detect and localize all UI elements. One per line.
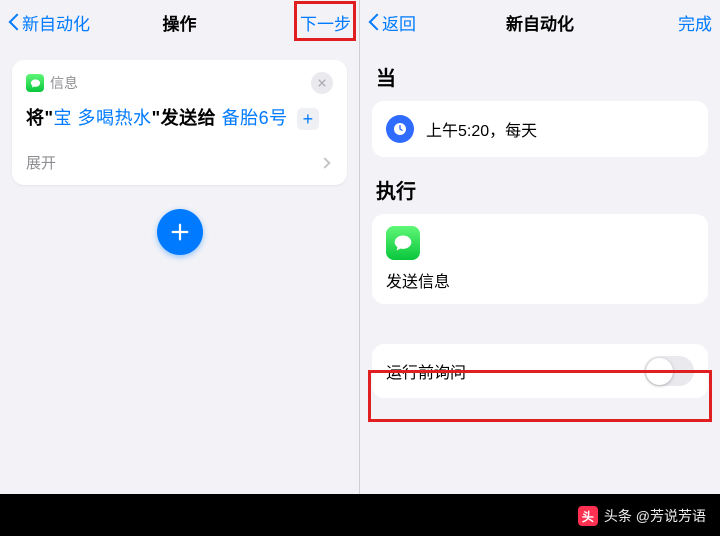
nav-back-label: 新自动化 [22, 10, 90, 35]
messages-app-icon [386, 226, 420, 260]
screen-actions: 新自动化 操作 下一步 信息 将"宝 多喝热水"发送给 [0, 0, 360, 494]
nav-back-label: 返回 [382, 10, 416, 35]
clock-icon [386, 115, 414, 143]
nav-next-label: 下一步 [300, 10, 351, 35]
text-prefix: 将" [26, 108, 54, 128]
navbar-left: 新自动化 操作 下一步 [0, 0, 359, 44]
card-app-label: 信息 [50, 73, 78, 93]
chevron-left-icon [8, 12, 20, 32]
add-recipient-button[interactable]: + [297, 108, 319, 130]
card-body: 将"宝 多喝热水"发送给 备胎6号 + [26, 104, 333, 132]
close-icon [317, 78, 327, 88]
watermark: 头 头条 @芳说芳语 [578, 506, 706, 526]
ask-before-run-toggle[interactable] [644, 356, 694, 386]
recipient-token[interactable]: 备胎6号 [222, 108, 288, 128]
section-do-label: 执行 [376, 175, 704, 204]
add-action-fab[interactable] [157, 209, 203, 255]
plus-icon [169, 221, 191, 243]
trigger-text: 上午5:20，每天 [426, 117, 537, 141]
action-row[interactable]: 发送信息 [372, 214, 708, 304]
action-label: 发送信息 [386, 268, 694, 292]
nav-back-button[interactable]: 新自动化 [8, 10, 90, 35]
navbar-right: 返回 新自动化 完成 [360, 0, 720, 44]
nav-back-button[interactable]: 返回 [368, 10, 448, 35]
ask-before-run-row: 运行前询问 [372, 344, 708, 398]
watermark-text: 头条 @芳说芳语 [604, 506, 706, 526]
trigger-row[interactable]: 上午5:20，每天 [372, 101, 708, 157]
nav-done-button[interactable]: 完成 [632, 10, 712, 35]
action-card[interactable]: 信息 将"宝 多喝热水"发送给 备胎6号 + 展开 [12, 60, 347, 185]
chevron-left-icon [368, 12, 380, 32]
toutiao-logo-icon: 头 [578, 506, 598, 526]
nav-next-button[interactable]: 下一步 [271, 10, 351, 35]
nav-done-label: 完成 [678, 10, 712, 35]
message-token[interactable]: 宝 多喝热水 [54, 108, 152, 128]
card-header: 信息 [26, 72, 333, 94]
ask-before-run-label: 运行前询问 [386, 359, 466, 383]
expand-label: 展开 [26, 152, 56, 173]
chevron-right-icon [319, 157, 330, 168]
expand-row[interactable]: 展开 [26, 140, 333, 185]
card-close-button[interactable] [311, 72, 333, 94]
messages-app-icon [26, 74, 44, 92]
section-when-label: 当 [376, 62, 704, 91]
text-mid: "发送给 [152, 108, 217, 128]
screen-summary: 返回 新自动化 完成 当 上午5:20，每天 执行 发送信息 运行前询问 [360, 0, 720, 494]
